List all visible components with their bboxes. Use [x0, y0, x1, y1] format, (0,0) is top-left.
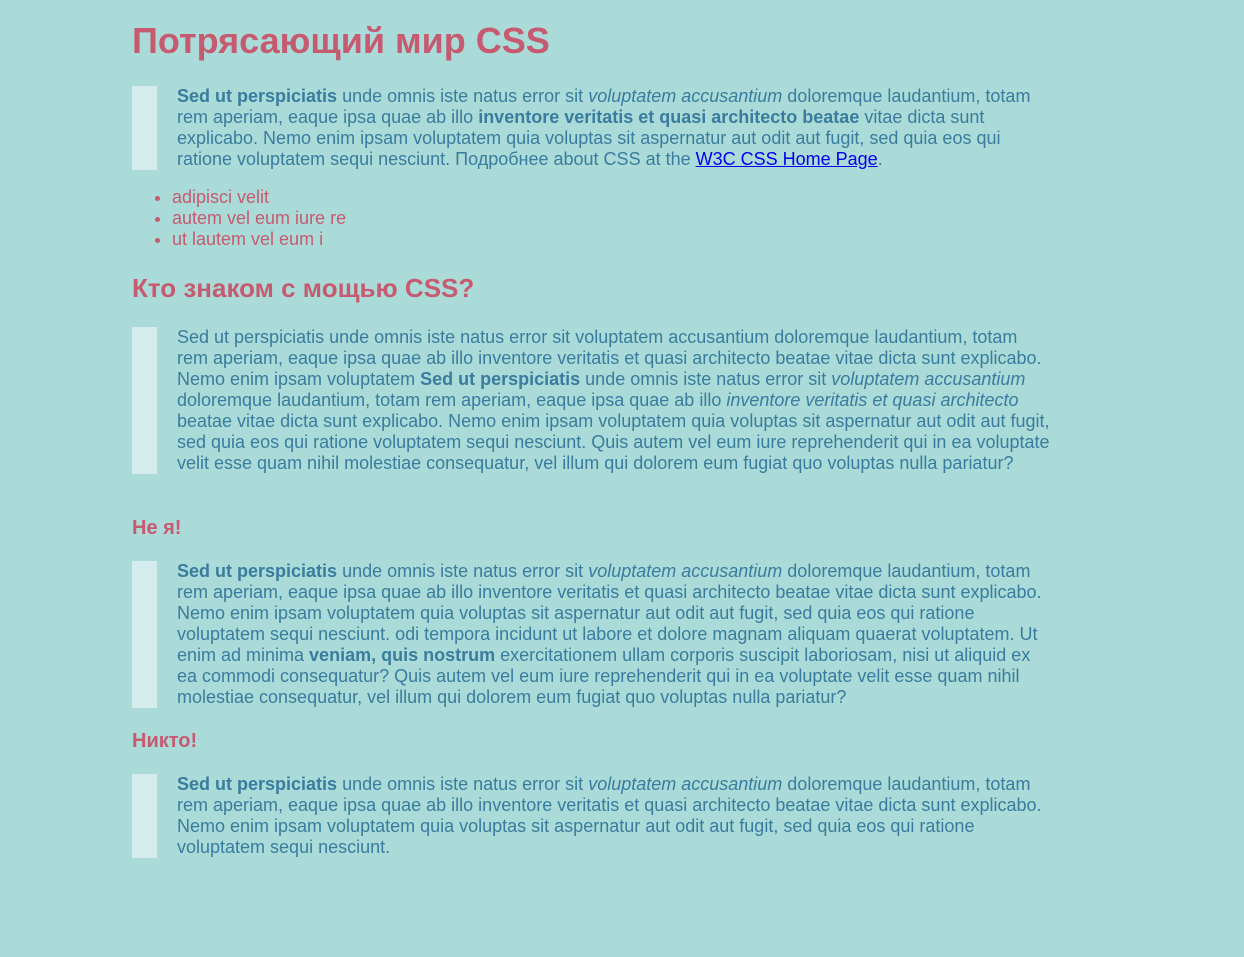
quote-1-italic-1: voluptatem accusantium — [588, 86, 783, 106]
quote-3-bold-2: veniam, quis nostrum — [309, 645, 496, 665]
quote-1-bold-1: Sed ut perspiciatis — [177, 86, 338, 106]
quote-2-italic-2: inventore veritatis et quasi architecto — [726, 390, 1019, 410]
quote-2-text-3: doloremque laudantium, totam rem aperiam… — [177, 390, 727, 410]
list-item: ut lautem vel eum i — [172, 229, 346, 250]
quote-2-text-2: unde omnis iste natus error sit — [580, 369, 832, 389]
section-heading-not-me: Не я! — [132, 517, 182, 539]
quote-block-1: Sed ut perspiciatis unde omnis iste natu… — [132, 86, 1052, 170]
list-item: adipisci velit — [172, 187, 346, 208]
section-heading-who: Кто знаком с мощью CSS? — [132, 273, 475, 303]
quote-1-bold-2: inventore veritatis et quasi architecto … — [478, 107, 860, 127]
quote-1-text-4: . — [877, 149, 883, 169]
quote-2-bold-1: Sed ut perspiciatis — [420, 369, 581, 389]
quote-block-2: Sed ut perspiciatis unde omnis iste natu… — [132, 327, 1052, 474]
section-heading-nobody: Никто! — [132, 730, 198, 752]
quote-4-text-1: unde omnis iste natus error sit — [337, 774, 589, 794]
quote-4-bold-1: Sed ut perspiciatis — [177, 774, 338, 794]
quote-2-text-4: beatae vitae dicta sunt explicabo. Nemo … — [177, 411, 1050, 473]
quote-3-italic-1: voluptatem accusantium — [588, 561, 783, 581]
page-title: Потрясающий мир CSS — [132, 20, 550, 61]
quote-block-3: Sed ut perspiciatis unde omnis iste natu… — [132, 561, 1052, 708]
quote-3-bold-1: Sed ut perspiciatis — [177, 561, 338, 581]
quote-block-4: Sed ut perspiciatis unde omnis iste natu… — [132, 774, 1052, 858]
bullet-list: adipisci velit autem vel eum iure re ut … — [132, 187, 346, 250]
quote-4-italic-1: voluptatem accusantium — [588, 774, 783, 794]
quote-1-text-1: unde omnis iste natus error sit — [337, 86, 589, 106]
quote-2-italic-1: voluptatem accusantium — [831, 369, 1026, 389]
w3c-css-home-link[interactable]: W3C CSS Home Page — [696, 149, 878, 169]
list-item: autem vel eum iure re — [172, 208, 346, 229]
quote-3-text-1: unde omnis iste natus error sit — [337, 561, 589, 581]
